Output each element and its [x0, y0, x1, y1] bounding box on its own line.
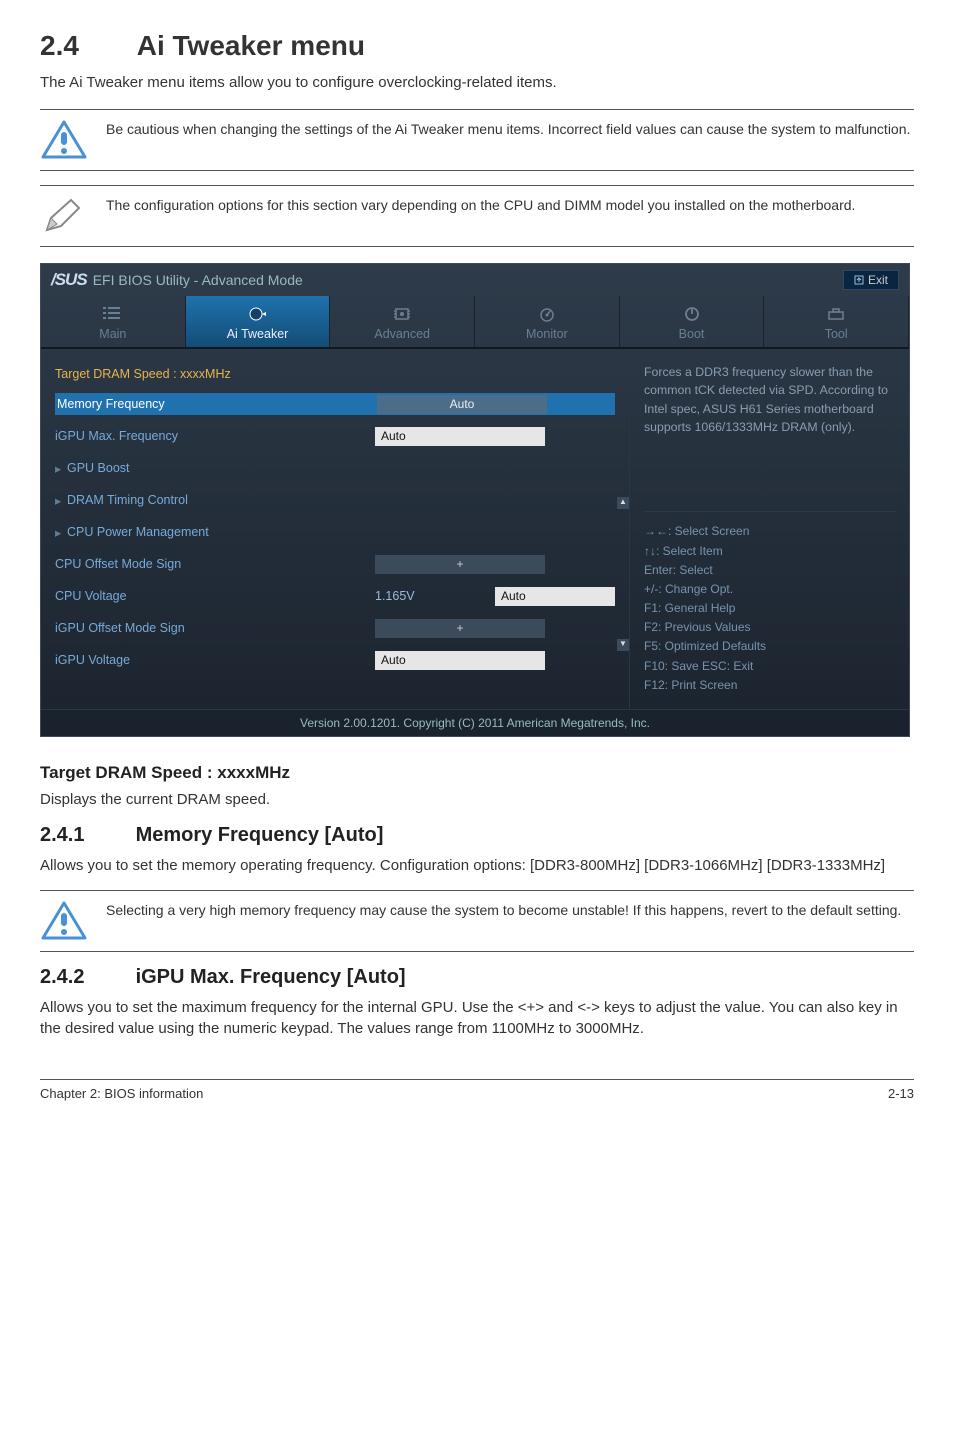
- pencil-icon: [40, 196, 88, 236]
- cpu-offset-sign-label: CPU Offset Mode Sign: [55, 557, 375, 571]
- text-242: Allows you to set the maximum frequency …: [40, 997, 914, 1039]
- tab-mon-label: Monitor: [479, 327, 615, 341]
- row-memory-frequency[interactable]: Memory Frequency Auto: [55, 393, 615, 415]
- igpu-offset-sign-value[interactable]: +: [375, 619, 545, 638]
- list-icon: [103, 306, 123, 322]
- row-dram-timing[interactable]: ▸ DRAM Timing Control: [55, 489, 615, 511]
- row-igpu-voltage[interactable]: iGPU Voltage Auto: [55, 649, 615, 671]
- intro-text: The Ai Tweaker menu items allow you to c…: [40, 74, 914, 91]
- igpu-offset-sign-label: iGPU Offset Mode Sign: [55, 621, 375, 635]
- tab-tool-label: Tool: [768, 327, 904, 341]
- bios-version-footer: Version 2.00.1201. Copyright (C) 2011 Am…: [41, 709, 909, 736]
- page-footer: Chapter 2: BIOS information 2-13: [40, 1079, 914, 1101]
- section-number: 2.4: [40, 30, 130, 62]
- hint-select-item: ↑↓: Select Item: [644, 542, 895, 561]
- cpu-power-mgmt-label: CPU Power Management: [67, 525, 387, 539]
- hint-f1: F1: General Help: [644, 599, 895, 618]
- tab-monitor[interactable]: Monitor: [475, 296, 620, 347]
- tab-boot[interactable]: Boot: [620, 296, 765, 347]
- row-cpu-voltage[interactable]: CPU Voltage 1.165V Auto: [55, 585, 615, 607]
- tab-main-label: Main: [45, 327, 181, 341]
- subsection-242: 2.4.2 iGPU Max. Frequency [Auto]: [40, 966, 914, 989]
- exit-icon: [854, 275, 864, 285]
- tab-tool[interactable]: Tool: [764, 296, 909, 347]
- section-title: Ai Tweaker menu: [137, 30, 365, 61]
- caution-text: Be cautious when changing the settings o…: [106, 120, 910, 140]
- bios-main-panel: Target DRAM Speed : xxxxMHz Memory Frequ…: [41, 349, 629, 709]
- row-gpu-boost[interactable]: ▸ GPU Boost: [55, 457, 615, 479]
- note-text: The configuration options for this secti…: [106, 196, 855, 216]
- caution-text-2: Selecting a very high memory frequency m…: [106, 901, 901, 921]
- caution-block-1: Be cautious when changing the settings o…: [40, 109, 914, 171]
- subheading-target-dram: Target DRAM Speed : xxxxMHz: [40, 763, 914, 783]
- tool-icon: [826, 306, 846, 322]
- subsection-242-title: iGPU Max. Frequency [Auto]: [136, 966, 406, 988]
- bios-titlebar: /SUS EFI BIOS Utility - Advanced Mode Ex…: [41, 264, 909, 296]
- row-cpu-power-mgmt[interactable]: ▸ CPU Power Management: [55, 521, 615, 543]
- cpu-voltage-field[interactable]: Auto: [495, 587, 615, 606]
- text-target-dram: Displays the current DRAM speed.: [40, 789, 914, 810]
- hint-change-opt: +/-: Change Opt.: [644, 580, 895, 599]
- tab-ai-label: Ai Tweaker: [190, 327, 326, 341]
- chevron-right-icon: ▸: [55, 493, 67, 508]
- subsection-242-num: 2.4.2: [40, 966, 130, 989]
- scrollbar-down[interactable]: ▼: [617, 639, 629, 651]
- footer-chapter: Chapter 2: BIOS information: [40, 1086, 203, 1101]
- bios-title: EFI BIOS Utility - Advanced Mode: [93, 272, 303, 288]
- footer-pagenum: 2-13: [888, 1086, 914, 1101]
- note-block-1: The configuration options for this secti…: [40, 185, 914, 247]
- subsection-241: 2.4.1 Memory Frequency [Auto]: [40, 824, 914, 847]
- gpu-boost-label: GPU Boost: [67, 461, 387, 475]
- hint-select-screen: →←: Select Screen: [644, 522, 895, 541]
- cpu-voltage-label: CPU Voltage: [55, 589, 375, 603]
- text-241: Allows you to set the memory operating f…: [40, 855, 914, 876]
- subsection-241-title: Memory Frequency [Auto]: [136, 824, 384, 846]
- exit-label: Exit: [868, 273, 888, 287]
- igpu-max-freq-label: iGPU Max. Frequency: [55, 429, 375, 443]
- tab-advanced[interactable]: Advanced: [330, 296, 475, 347]
- hint-f2: F2: Previous Values: [644, 618, 895, 637]
- chip-icon: [392, 306, 412, 322]
- cpu-offset-sign-value[interactable]: +: [375, 555, 545, 574]
- help-text: Forces a DDR3 frequency slower than the …: [644, 363, 895, 437]
- hint-enter: Enter: Select: [644, 561, 895, 580]
- hint-f12: F12: Print Screen: [644, 676, 895, 695]
- tab-main[interactable]: Main: [41, 296, 186, 347]
- hint-f10-esc: F10: Save ESC: Exit: [644, 657, 895, 676]
- chevron-right-icon: ▸: [55, 461, 67, 476]
- scrollbar-up[interactable]: ▲: [617, 497, 629, 509]
- tab-boot-label: Boot: [624, 327, 760, 341]
- power-icon: [682, 306, 702, 322]
- bios-side-panel: Forces a DDR3 frequency slower than the …: [629, 349, 909, 709]
- row-igpu-max-freq[interactable]: iGPU Max. Frequency Auto: [55, 425, 615, 447]
- section-heading: 2.4 Ai Tweaker menu: [40, 30, 914, 62]
- bios-body: Target DRAM Speed : xxxxMHz Memory Frequ…: [41, 349, 909, 709]
- asus-logo: /SUS: [51, 270, 87, 290]
- chevron-right-icon: ▸: [55, 525, 67, 540]
- bios-window: /SUS EFI BIOS Utility - Advanced Mode Ex…: [40, 263, 910, 737]
- bios-tabs: Main Ai Tweaker Advanced Monitor Boot To…: [41, 296, 909, 349]
- igpu-voltage-value[interactable]: Auto: [375, 651, 545, 670]
- igpu-voltage-label: iGPU Voltage: [55, 653, 375, 667]
- dram-timing-label: DRAM Timing Control: [67, 493, 387, 507]
- caution-icon: [40, 120, 88, 160]
- hint-f5: F5: Optimized Defaults: [644, 637, 895, 656]
- target-dram-speed-label: Target DRAM Speed : xxxxMHz: [55, 367, 615, 381]
- row-igpu-offset-sign[interactable]: iGPU Offset Mode Sign +: [55, 617, 615, 639]
- key-hints: →←: Select Screen ↑↓: Select Item Enter:…: [644, 511, 895, 695]
- igpu-max-freq-value[interactable]: Auto: [375, 427, 545, 446]
- exit-button[interactable]: Exit: [843, 270, 899, 290]
- tweaker-icon: [248, 306, 268, 322]
- row-cpu-offset-sign[interactable]: CPU Offset Mode Sign +: [55, 553, 615, 575]
- monitor-icon: [537, 306, 557, 322]
- caution-block-2: Selecting a very high memory frequency m…: [40, 890, 914, 952]
- memory-frequency-value[interactable]: Auto: [377, 395, 547, 414]
- tab-adv-label: Advanced: [334, 327, 470, 341]
- memory-frequency-label: Memory Frequency: [57, 397, 377, 411]
- subsection-241-num: 2.4.1: [40, 824, 130, 847]
- cpu-voltage-readout: 1.165V: [375, 589, 495, 603]
- caution-icon: [40, 901, 88, 941]
- tab-ai-tweaker[interactable]: Ai Tweaker: [186, 296, 331, 347]
